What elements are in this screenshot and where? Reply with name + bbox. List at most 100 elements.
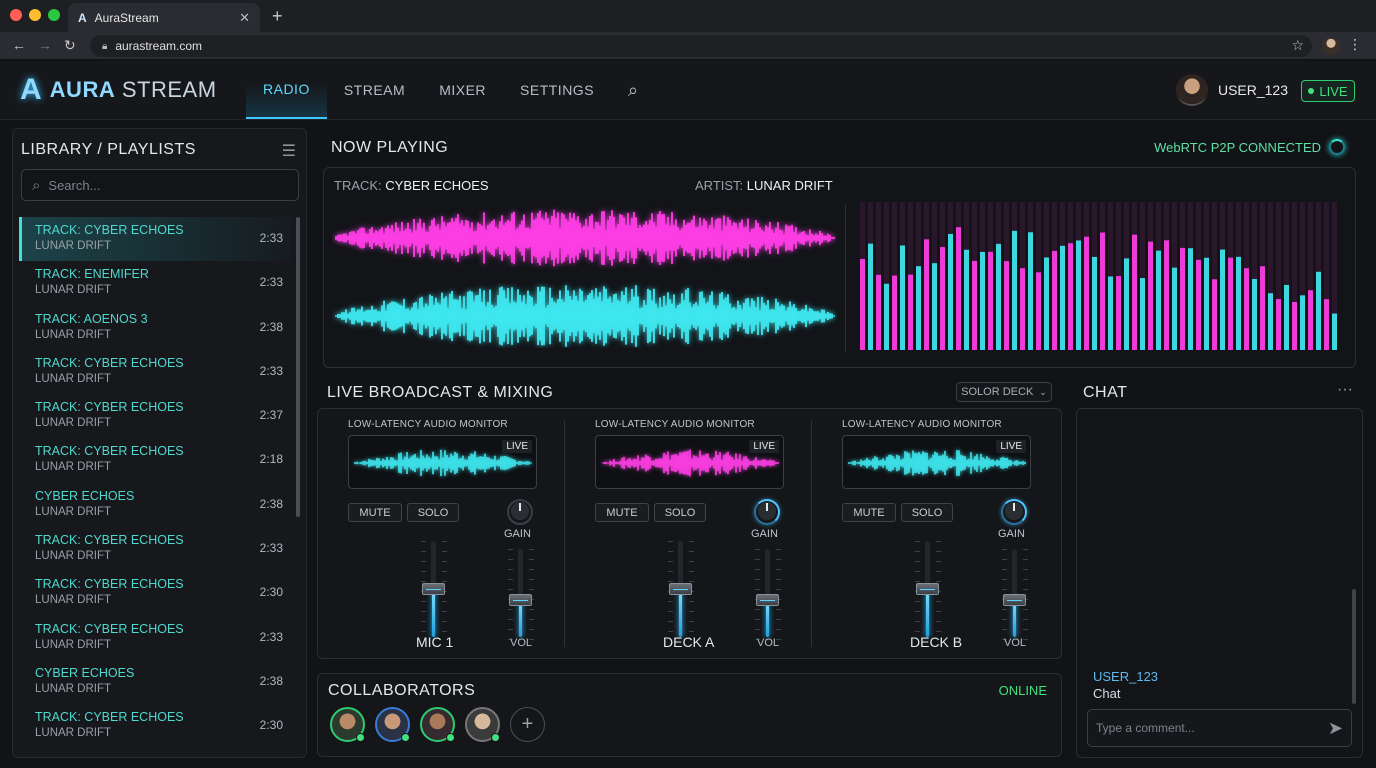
channel-fader[interactable] — [908, 541, 948, 637]
spectrum-bar — [980, 251, 985, 350]
fader-tick — [442, 601, 447, 602]
nav-radio[interactable]: RADIO — [246, 61, 327, 119]
online-status: ONLINE — [998, 683, 1047, 698]
list-item[interactable]: TRACK: AOENOS 3 LUNAR DRIFT 2:38 — [19, 306, 291, 350]
fader-handle[interactable] — [422, 583, 445, 595]
fader-tick — [529, 549, 534, 550]
fader-tick — [915, 551, 920, 552]
fader-tick — [442, 581, 447, 582]
new-tab-icon[interactable]: + — [272, 6, 283, 27]
logo[interactable]: A AURA STREAM — [20, 75, 217, 105]
solo-button[interactable]: SOLO — [407, 503, 459, 522]
list-item[interactable]: TRACK: CYBER ECHOES LUNAR DRIFT 2:33 — [19, 616, 291, 660]
fader-tick — [776, 629, 781, 630]
gain-knob[interactable] — [1001, 499, 1027, 525]
fader-tick — [421, 541, 426, 542]
url-field[interactable]: 🔒︎ aurastream.com — [90, 35, 1312, 57]
maximize-window-dot[interactable] — [48, 9, 60, 21]
list-item[interactable]: TRACK: CYBER ECHOES LUNAR DRIFT 2:30 — [19, 704, 291, 748]
list-item[interactable]: CYBER ECHOES LUNAR DRIFT 2:38 — [19, 483, 291, 527]
list-item[interactable]: TRACK: CYBER ECHOES LUNAR DRIFT 2:33 — [19, 350, 291, 394]
nav-settings[interactable]: SETTINGS — [503, 61, 611, 119]
url-text: aurastream.com — [115, 39, 203, 53]
gain-knob[interactable] — [507, 499, 533, 525]
list-item[interactable]: TRACK: CYBER ECHOES LUNAR DRIFT 2:33 — [19, 217, 291, 262]
fader-tick — [668, 621, 673, 622]
fader-tick — [529, 609, 534, 610]
fader-tick — [1023, 629, 1028, 630]
more-options-icon[interactable]: ··· — [1337, 381, 1353, 399]
nav-stream[interactable]: STREAM — [327, 61, 422, 119]
list-item[interactable]: TRACK: CYBER ECHOES LUNAR DRIFT 2:30 — [19, 571, 291, 615]
deck-select[interactable]: SOLOR DECK ⌄ — [956, 382, 1052, 402]
list-item[interactable]: TRACK: CYBER ECHOES LUNAR DRIFT 2:37 — [19, 394, 291, 438]
spectrum-bar — [1268, 293, 1273, 350]
fader-tick — [915, 621, 920, 622]
tab-close-icon[interactable]: ✕ — [239, 10, 250, 26]
bookmark-star-icon[interactable]: ☆ — [1291, 37, 1304, 54]
forward-icon[interactable]: → — [38, 37, 52, 53]
browser-tab[interactable]: A AuraStream ✕ — [68, 3, 260, 32]
solo-button[interactable]: SOLO — [901, 503, 953, 522]
fader-tick — [689, 601, 694, 602]
volume-fader[interactable] — [748, 549, 788, 640]
mute-button[interactable]: MUTE — [348, 503, 402, 522]
list-item[interactable]: CYBER ECHOES LUNAR DRIFT 2:38 — [19, 660, 291, 704]
list-item-track: TRACK: CYBER ECHOES — [35, 444, 184, 459]
fader-tick — [1023, 569, 1028, 570]
collaborator-avatar[interactable] — [465, 707, 500, 742]
gain-knob[interactable] — [754, 499, 780, 525]
mute-button[interactable]: MUTE — [842, 503, 896, 522]
fader-handle[interactable] — [916, 583, 939, 595]
add-collaborator-button[interactable]: + — [510, 707, 545, 742]
chat-comment-input[interactable]: Type a comment... ➤ — [1087, 709, 1352, 747]
fader-tick — [915, 611, 920, 612]
volume-fader[interactable] — [995, 549, 1035, 640]
send-icon[interactable]: ➤ — [1328, 718, 1343, 739]
spectrum-bar — [1020, 268, 1025, 350]
fader-handle[interactable] — [509, 594, 532, 607]
fader-tick — [755, 619, 760, 620]
volume-fader[interactable] — [501, 549, 541, 640]
library-scrollbar[interactable] — [296, 217, 300, 517]
fader-handle[interactable] — [1003, 594, 1026, 607]
fader-handle[interactable] — [669, 583, 692, 595]
nav-mixer[interactable]: MIXER — [422, 61, 503, 119]
monitor-label: LOW-LATENCY AUDIO MONITOR — [842, 419, 1002, 430]
collaborator-avatar[interactable] — [375, 707, 410, 742]
reload-icon[interactable]: ↻ — [64, 37, 76, 54]
list-item[interactable]: TRACK: ENEMIFER LUNAR DRIFT 2:33 — [19, 261, 291, 305]
list-item-artist: LUNAR DRIFT — [35, 682, 112, 695]
fader-tick — [508, 609, 513, 610]
list-item[interactable]: TRACK: CYBER ECHOES LUNAR DRIFT 2:33 — [19, 527, 291, 571]
browser-profile-avatar[interactable] — [1322, 37, 1340, 55]
minimize-window-dot[interactable] — [29, 9, 41, 21]
fader-tick — [755, 589, 760, 590]
search-icon[interactable]: ⌕ — [611, 61, 656, 119]
audio-monitor: LIVE — [348, 435, 537, 489]
chat-scrollbar[interactable] — [1352, 589, 1356, 704]
browser-menu-icon[interactable]: ⋮ — [1348, 36, 1362, 53]
library-search-input[interactable]: ⌕ Search... — [21, 169, 299, 201]
waveform-display[interactable] — [332, 198, 837, 348]
spectrum-bar — [1084, 236, 1089, 350]
spectrum-bar — [884, 283, 889, 350]
collaborator-avatar[interactable] — [330, 707, 365, 742]
list-item-track: TRACK: CYBER ECHOES — [35, 710, 184, 725]
close-window-dot[interactable] — [10, 9, 22, 21]
fader-tick — [776, 589, 781, 590]
mute-button[interactable]: MUTE — [595, 503, 649, 522]
mixing-title: LIVE BROADCAST & MIXING — [327, 384, 554, 401]
sort-list-icon[interactable]: ☰ — [282, 141, 296, 161]
collaborator-avatar[interactable] — [420, 707, 455, 742]
user-menu[interactable]: USER_123 — [1175, 74, 1288, 106]
fader-tick — [776, 559, 781, 560]
solo-button[interactable]: SOLO — [654, 503, 706, 522]
avatar — [1175, 74, 1208, 106]
fader-handle[interactable] — [756, 594, 779, 607]
back-icon[interactable]: ← — [12, 37, 26, 53]
waveform-channel — [335, 285, 835, 347]
channel-fader[interactable] — [414, 541, 454, 637]
list-item[interactable]: TRACK: CYBER ECHOES LUNAR DRIFT 2:18 — [19, 438, 291, 482]
channel-fader[interactable] — [661, 541, 701, 637]
